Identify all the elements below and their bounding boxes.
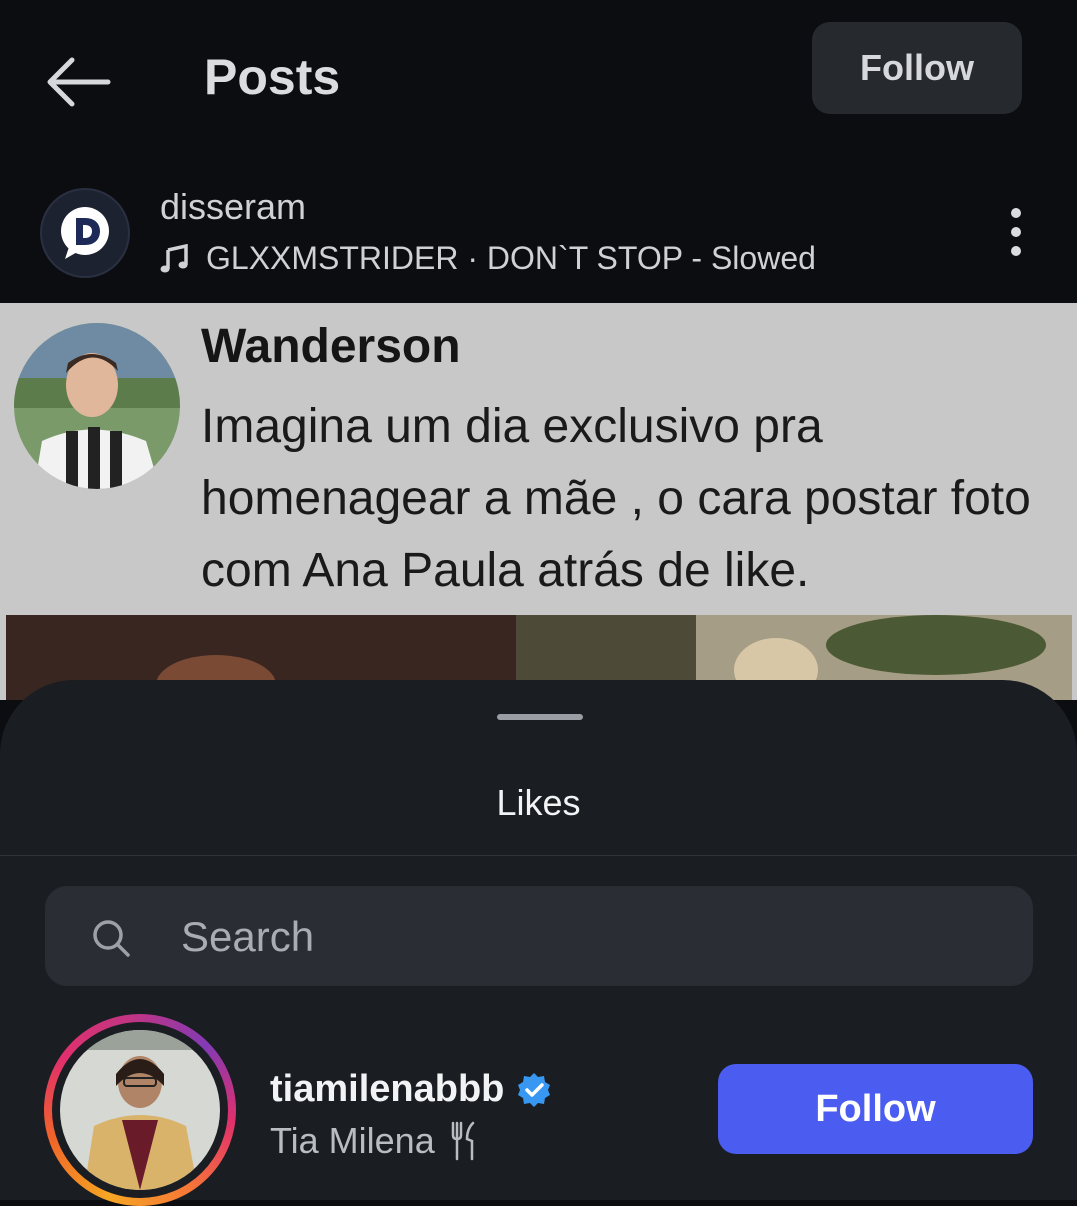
page-title: Posts bbox=[204, 49, 341, 105]
disseram-logo-icon bbox=[61, 207, 109, 259]
list-item[interactable]: tiamilenabbb Tia Milena Follow bbox=[0, 1010, 1077, 1206]
display-name-label: Tia Milena bbox=[270, 1120, 435, 1161]
music-row[interactable]: GLXXMSTRIDER · DON`T STOP - Slowed bbox=[160, 240, 816, 277]
account-name[interactable]: disseram bbox=[160, 186, 306, 228]
music-label: GLXXMSTRIDER · DON`T STOP - Slowed bbox=[206, 240, 816, 276]
top-bar: Posts Follow bbox=[0, 0, 1077, 160]
search-bar[interactable] bbox=[45, 886, 1033, 986]
story-ring[interactable] bbox=[44, 1014, 236, 1206]
tweet-text: Imagina um dia exclusivo pra homenagear … bbox=[201, 400, 1031, 597]
account-avatar[interactable] bbox=[40, 188, 130, 278]
back-arrow-icon[interactable] bbox=[44, 52, 114, 112]
follow-button-header[interactable]: Follow bbox=[812, 22, 1022, 114]
search-input[interactable] bbox=[179, 906, 983, 968]
follow-button[interactable]: Follow bbox=[718, 1064, 1033, 1154]
post-header bbox=[0, 160, 1077, 303]
fork-and-knife-icon bbox=[451, 1121, 474, 1161]
verified-badge-icon bbox=[518, 1072, 551, 1107]
tweet-author-avatar bbox=[14, 323, 180, 489]
avatar bbox=[60, 1030, 220, 1190]
music-note-icon bbox=[160, 243, 188, 272]
sheet-title: Likes bbox=[496, 782, 581, 823]
divider bbox=[0, 855, 1077, 856]
display-name: Tia Milena bbox=[270, 1120, 479, 1162]
sheet-drag-handle[interactable] bbox=[497, 714, 583, 720]
username[interactable]: tiamilenabbb bbox=[270, 1068, 552, 1111]
search-icon bbox=[93, 920, 130, 957]
tweet-author-name: Wanderson bbox=[201, 320, 461, 373]
likes-sheet: Likes Search tiamilenabbb Tia Milena Fol… bbox=[0, 680, 1077, 1206]
post-image: Wanderson Imagina um dia exclusivo pra h… bbox=[0, 303, 1077, 700]
username-label: tiamilenabbb bbox=[270, 1068, 505, 1110]
more-options-icon[interactable] bbox=[998, 205, 1034, 261]
